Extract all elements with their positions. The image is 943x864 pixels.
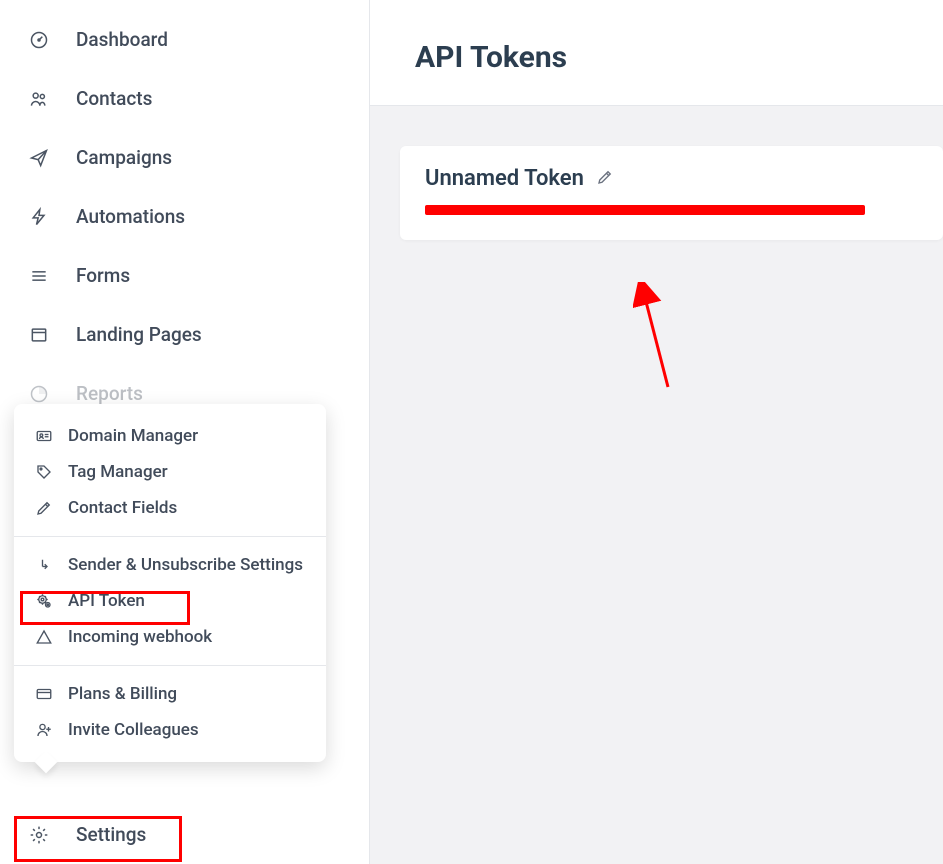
credit-card-icon	[34, 684, 54, 704]
submenu-item-plans-billing[interactable]: Plans & Billing	[14, 676, 326, 712]
submenu-item-label: Plans & Billing	[68, 684, 177, 704]
paper-plane-icon	[28, 147, 50, 169]
main-content: API Tokens Unnamed Token	[370, 0, 943, 864]
people-icon	[28, 88, 50, 110]
return-arrow-icon	[34, 555, 54, 575]
submenu-item-label: Invite Colleagues	[68, 720, 199, 740]
sidebar-item-label: Dashboard	[76, 28, 168, 51]
sidebar: Dashboard Contacts Campaigns Automations	[0, 0, 370, 864]
sidebar-item-settings[interactable]: Settings	[0, 805, 369, 864]
page-title: API Tokens	[415, 40, 943, 75]
settings-submenu: Domain Manager Tag Manager Contact Field…	[14, 404, 326, 762]
submenu-item-label: Incoming webhook	[68, 627, 212, 647]
submenu-item-incoming-webhook[interactable]: Incoming webhook	[14, 619, 326, 655]
gauge-icon	[28, 29, 50, 51]
token-card: Unnamed Token	[400, 146, 943, 240]
pencil-icon	[34, 498, 54, 518]
submenu-item-label: API Token	[68, 591, 145, 611]
sidebar-item-label: Landing Pages	[76, 323, 202, 346]
page-icon	[28, 324, 50, 346]
sidebar-item-label: Forms	[76, 264, 130, 287]
sidebar-item-label: Automations	[76, 205, 185, 228]
sidebar-item-label: Contacts	[76, 87, 152, 110]
sidebar-item-label: Settings	[76, 823, 146, 846]
page-header: API Tokens	[370, 0, 943, 106]
submenu-notch	[35, 751, 58, 774]
list-icon	[28, 265, 50, 287]
submenu-item-tag-manager[interactable]: Tag Manager	[14, 454, 326, 490]
edit-token-name-button[interactable]	[596, 168, 614, 190]
sidebar-item-dashboard[interactable]: Dashboard	[0, 10, 369, 69]
gear-icon	[28, 824, 50, 846]
sidebar-item-label: Campaigns	[76, 146, 172, 169]
lightning-icon	[28, 206, 50, 228]
submenu-item-contact-fields[interactable]: Contact Fields	[14, 490, 326, 526]
submenu-divider	[14, 536, 326, 537]
submenu-item-label: Sender & Unsubscribe Settings	[68, 555, 303, 575]
gear-cog-icon	[34, 591, 54, 611]
submenu-item-label: Tag Manager	[68, 462, 168, 482]
submenu-item-sender-unsubscribe[interactable]: Sender & Unsubscribe Settings	[14, 547, 326, 583]
page-body: Unnamed Token	[370, 106, 943, 864]
sidebar-item-contacts[interactable]: Contacts	[0, 69, 369, 128]
sidebar-item-automations[interactable]: Automations	[0, 187, 369, 246]
person-plus-icon	[34, 720, 54, 740]
sidebar-item-landing-pages[interactable]: Landing Pages	[0, 305, 369, 364]
submenu-item-domain-manager[interactable]: Domain Manager	[14, 418, 326, 454]
chart-icon	[28, 383, 50, 405]
token-value-redacted	[425, 205, 865, 215]
triangle-warning-icon	[34, 627, 54, 647]
tag-icon	[34, 462, 54, 482]
sidebar-item-forms[interactable]: Forms	[0, 246, 369, 305]
submenu-item-label: Contact Fields	[68, 498, 177, 518]
submenu-item-invite-colleagues[interactable]: Invite Colleagues	[14, 712, 326, 748]
submenu-divider	[14, 665, 326, 666]
submenu-item-api-token[interactable]: API Token	[14, 583, 326, 619]
token-name: Unnamed Token	[425, 166, 584, 191]
sidebar-item-campaigns[interactable]: Campaigns	[0, 128, 369, 187]
sidebar-item-label: Reports	[76, 382, 143, 405]
id-card-icon	[34, 426, 54, 446]
submenu-item-label: Domain Manager	[68, 426, 198, 446]
